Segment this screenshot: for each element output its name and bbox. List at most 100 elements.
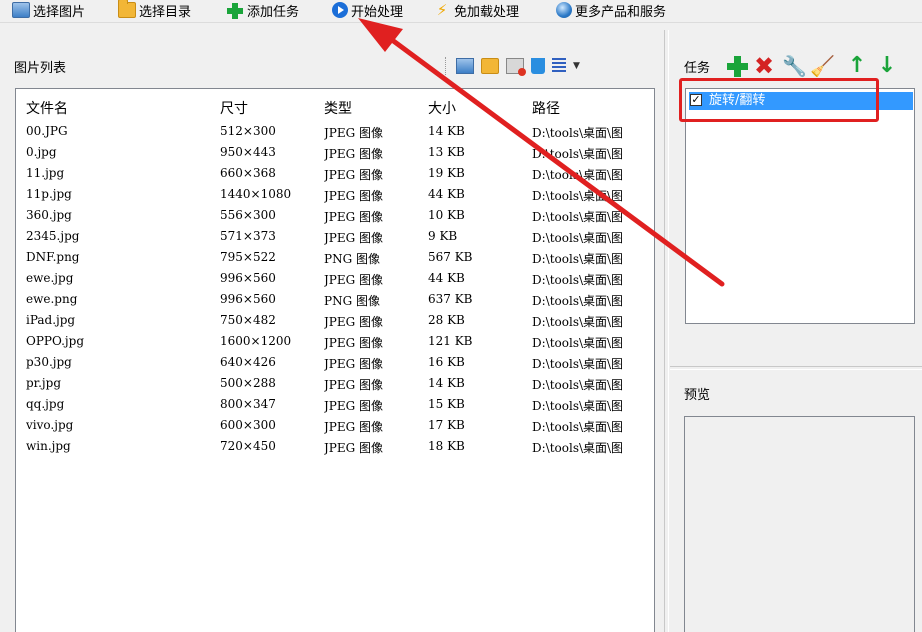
path-cell: D:\tools\桌面\图: [532, 315, 624, 329]
size-cell: 16 KB: [428, 355, 465, 369]
column-header-size[interactable]: 大小: [428, 98, 456, 118]
clear-tasks-icon[interactable]: 🧹: [810, 55, 835, 77]
path-cell: D:\tools\桌面\图: [532, 147, 624, 161]
move-down-icon[interactable]: ↓: [876, 55, 898, 77]
add-task-icon[interactable]: [726, 55, 748, 77]
dimensions-cell: 996×560: [220, 271, 276, 285]
chevron-down-icon[interactable]: ▼: [573, 58, 581, 74]
task-list[interactable]: ✓ 旋转/翻转: [685, 88, 915, 324]
dimensions-cell: 720×450: [220, 439, 276, 453]
size-cell: 19 KB: [428, 166, 465, 180]
filename-cell: qq.jpg: [26, 397, 65, 411]
list-view-icon[interactable]: [552, 58, 566, 74]
table-row[interactable]: iPad.jpg 750×482 JPEG 图像 28 KB D:\tools\桌面\图: [16, 310, 654, 331]
column-header-filename[interactable]: 文件名: [26, 98, 68, 118]
path-cell: D:\tools\桌面\图: [532, 357, 624, 371]
column-header-dimensions[interactable]: 尺寸: [220, 98, 248, 118]
image-list-table[interactable]: 文件名 尺寸 类型 大小 路径 00.JPG 512×300 JPEG 图像 14 K…: [15, 88, 655, 632]
filename-cell: 0.jpg: [26, 145, 57, 159]
remove-image-icon[interactable]: [506, 58, 526, 76]
table-row[interactable]: 11.jpg 660×368 JPEG 图像 19 KB D:\tools\桌面\图: [16, 163, 654, 184]
filename-cell: 11p.jpg: [26, 187, 72, 201]
delete-task-icon[interactable]: ✖: [753, 54, 775, 78]
table-row[interactable]: OPPO.jpg 1600×1200 JPEG 图像 121 KB D:\tools\桌…: [16, 331, 654, 352]
table-row[interactable]: 0.jpg 950×443 JPEG 图像 13 KB D:\tools\桌面\图: [16, 142, 654, 163]
filename-cell: 2345.jpg: [26, 229, 80, 243]
table-row[interactable]: qq.jpg 800×347 JPEG 图像 15 KB D:\tools\桌面\图: [16, 394, 654, 415]
type-cell: JPEG 图像: [324, 378, 384, 392]
task-panel-title: 任务: [684, 61, 711, 76]
start-processing-label: 开始处理: [351, 4, 404, 20]
preview-title: 预览: [684, 388, 711, 403]
type-cell: JPEG 图像: [324, 399, 384, 413]
size-cell: 44 KB: [428, 271, 465, 285]
type-cell: JPEG 图像: [324, 189, 384, 203]
more-products-button[interactable]: 更多产品和服务: [556, 0, 666, 20]
move-up-icon[interactable]: ↑: [846, 55, 868, 77]
table-row[interactable]: 00.JPG 512×300 JPEG 图像 14 KB D:\tools\桌面\图: [16, 121, 654, 142]
table-row[interactable]: ewe.png 996×560 PNG 图像 637 KB D:\tools\桌面\图: [16, 289, 654, 310]
column-header-path[interactable]: 路径: [532, 98, 560, 118]
horizontal-divider[interactable]: [670, 366, 922, 370]
table-row[interactable]: 360.jpg 556×300 JPEG 图像 10 KB D:\tools\桌面\图: [16, 205, 654, 226]
path-cell: D:\tools\桌面\图: [532, 273, 624, 287]
quick-processing-label: 免加载处理: [454, 4, 520, 20]
table-row[interactable]: 2345.jpg 571×373 JPEG 图像 9 KB D:\tools\桌面\图: [16, 226, 654, 247]
start-processing-button[interactable]: 开始处理: [332, 0, 403, 20]
type-cell: JPEG 图像: [324, 126, 384, 140]
image-list-title: 图片列表: [14, 61, 67, 76]
preview-pane: [684, 416, 915, 632]
dimensions-cell: 1440×1080: [220, 187, 292, 201]
filename-cell: ewe.png: [26, 292, 78, 306]
filename-cell: ewe.jpg: [26, 271, 74, 285]
dimensions-cell: 950×443: [220, 145, 276, 159]
add-folder-icon[interactable]: [481, 58, 499, 74]
trash-icon[interactable]: [531, 58, 545, 74]
path-cell: D:\tools\桌面\图: [532, 189, 624, 203]
panel-divider[interactable]: [664, 30, 669, 632]
table-row[interactable]: 11p.jpg 1440×1080 JPEG 图像 44 KB D:\tools\桌面\…: [16, 184, 654, 205]
play-icon: [332, 2, 348, 18]
size-cell: 14 KB: [428, 124, 465, 138]
select-folder-label: 选择目录: [139, 4, 192, 20]
path-cell: D:\tools\桌面\图: [532, 336, 624, 350]
table-row[interactable]: vivo.jpg 600×300 JPEG 图像 17 KB D:\tools\桌面\图: [16, 415, 654, 436]
lightning-icon: ⚡: [436, 1, 448, 19]
size-cell: 121 KB: [428, 334, 473, 348]
filename-cell: p30.jpg: [26, 355, 72, 369]
dimensions-cell: 556×300: [220, 208, 276, 222]
select-images-button[interactable]: 选择图片: [12, 0, 85, 20]
filename-cell: pr.jpg: [26, 376, 61, 390]
dimensions-cell: 600×300: [220, 418, 276, 432]
table-row[interactable]: win.jpg 720×450 JPEG 图像 18 KB D:\tools\桌面\图: [16, 436, 654, 457]
path-cell: D:\tools\桌面\图: [532, 441, 624, 455]
dimensions-cell: 1600×1200: [220, 334, 292, 348]
filename-cell: OPPO.jpg: [26, 334, 85, 348]
quick-processing-button[interactable]: ⚡ 免加载处理: [433, 0, 519, 20]
select-folder-button[interactable]: 选择目录: [118, 0, 191, 20]
path-cell: D:\tools\桌面\图: [532, 168, 624, 182]
add-icon: [226, 2, 244, 19]
add-task-button[interactable]: 添加任务: [226, 0, 299, 20]
size-cell: 637 KB: [428, 292, 473, 306]
table-row[interactable]: ewe.jpg 996×560 JPEG 图像 44 KB D:\tools\桌面\图: [16, 268, 654, 289]
annotation-highlight-box: [679, 78, 879, 122]
filename-cell: win.jpg: [26, 439, 71, 453]
table-row[interactable]: DNF.png 795×522 PNG 图像 567 KB D:\tools\桌面\图: [16, 247, 654, 268]
size-cell: 13 KB: [428, 145, 465, 159]
type-cell: JPEG 图像: [324, 315, 384, 329]
dimensions-cell: 500×288: [220, 376, 276, 390]
type-cell: JPEG 图像: [324, 147, 384, 161]
wrench-icon[interactable]: 🔧: [782, 55, 807, 77]
type-cell: PNG 图像: [324, 252, 380, 266]
add-image-icon[interactable]: [456, 58, 474, 74]
path-cell: D:\tools\桌面\图: [532, 252, 624, 266]
toolbar-grip: [445, 57, 448, 75]
filename-cell: DNF.png: [26, 250, 80, 264]
more-products-label: 更多产品和服务: [575, 4, 667, 20]
table-row[interactable]: pr.jpg 500×288 JPEG 图像 14 KB D:\tools\桌面\图: [16, 373, 654, 394]
table-row[interactable]: p30.jpg 640×426 JPEG 图像 16 KB D:\tools\桌面\图: [16, 352, 654, 373]
dimensions-cell: 571×373: [220, 229, 276, 243]
column-header-type[interactable]: 类型: [324, 98, 352, 118]
dimensions-cell: 750×482: [220, 313, 276, 327]
